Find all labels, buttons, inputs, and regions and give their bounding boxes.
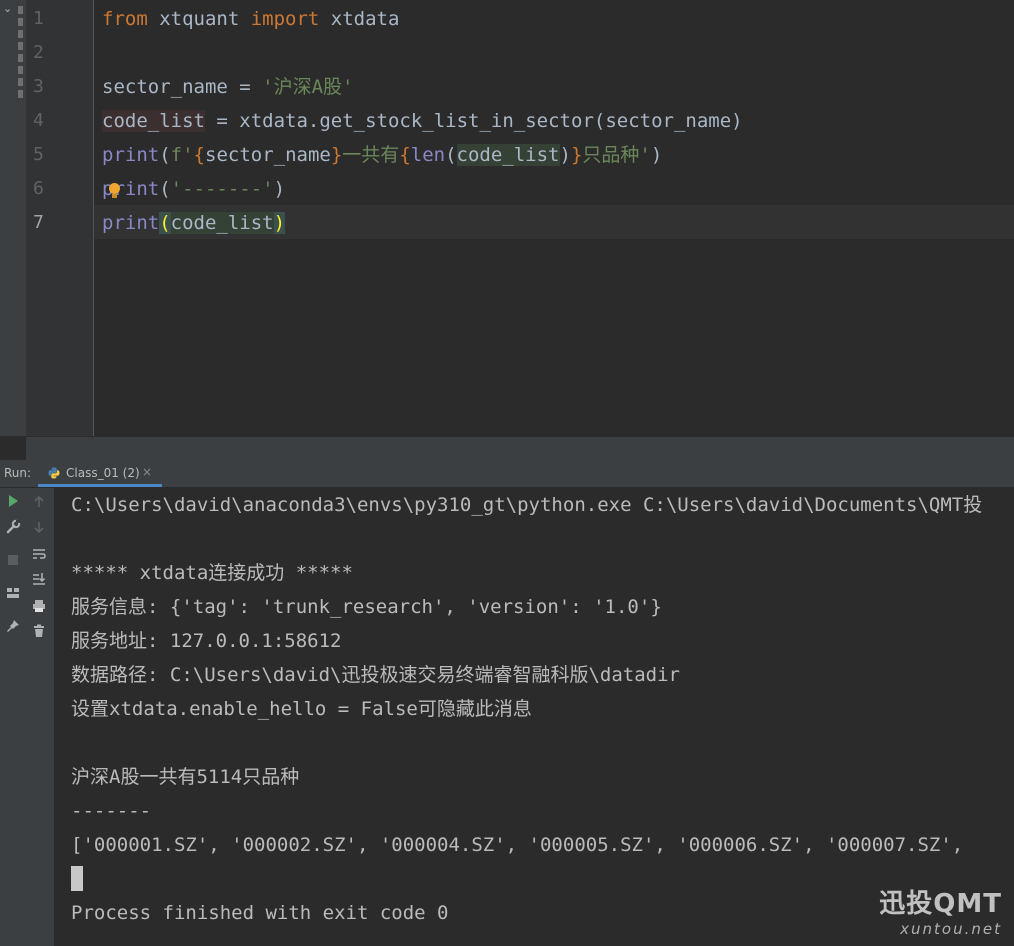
builtin-function: print: [102, 212, 160, 234]
fstring-brace: }: [330, 144, 343, 166]
fstring-text: 只品种': [582, 144, 651, 166]
console-output[interactable]: C:\Users\david\anaconda3\envs\py310_gt\p…: [55, 488, 1014, 946]
fstring-brace: {: [399, 144, 411, 166]
line-number: 6: [33, 178, 44, 199]
fstring-brace: {: [193, 144, 205, 166]
console-line: C:\Users\david\anaconda3\envs\py310_gt\p…: [71, 494, 983, 516]
chevron-down-icon[interactable]: ⌄: [3, 2, 12, 15]
editor-horizontal-scrollbar[interactable]: [26, 436, 1014, 461]
variable-reference: code_list: [170, 212, 274, 234]
watermark: 迅投QMT xuntou.net: [879, 883, 1002, 938]
wrench-icon[interactable]: [5, 519, 21, 535]
run-toolbar-secondary: [26, 488, 55, 946]
operator: =: [227, 76, 263, 98]
module-name: xtquant: [147, 8, 251, 30]
soft-wrap-icon[interactable]: [31, 546, 47, 562]
paren: (: [159, 144, 171, 166]
paren-matched: (: [159, 212, 171, 234]
input-caret[interactable]: [71, 866, 83, 891]
code-line-5[interactable]: print(f'{sector_name}一共有{len(code_list)}…: [102, 138, 662, 172]
keyword: import: [250, 8, 320, 30]
run-tab-label: Class_01 (2): [66, 466, 140, 480]
pin-icon[interactable]: [5, 618, 21, 634]
stop-icon[interactable]: [5, 552, 21, 568]
fstring-expr: sector_name: [205, 144, 331, 166]
line-number: 1: [33, 8, 44, 29]
console-line: 服务信息: {'tag': 'trunk_research', 'version…: [71, 596, 662, 618]
fstring-brace: }: [570, 144, 583, 166]
run-tool-window-header: Run: Class_01 (2) ×: [0, 460, 1014, 488]
print-icon[interactable]: [31, 598, 47, 614]
run-label: Run:: [4, 466, 32, 480]
string-literal: '-------': [170, 178, 274, 200]
watermark-domain: xuntou.net: [900, 920, 1002, 938]
console-line-exit: Process finished with exit code 0: [71, 902, 449, 924]
arrow-down-icon[interactable]: [31, 519, 47, 535]
paren: (: [445, 144, 457, 166]
line-number: 3: [33, 76, 44, 97]
builtin-function: print: [102, 144, 160, 166]
paren: (: [159, 178, 171, 200]
arrow-up-icon[interactable]: [31, 494, 47, 510]
variable: sector_name: [102, 76, 228, 98]
paren: ): [559, 144, 571, 166]
keyword: from: [102, 8, 148, 30]
console-line: 服务地址: 127.0.0.1:58612: [71, 630, 342, 652]
code-line-3[interactable]: sector_name = '沪深A股': [102, 70, 354, 104]
code-line-6[interactable]: print('-------'): [102, 172, 285, 206]
builtin-function: len: [410, 144, 446, 166]
watermark-brand: 迅投QMT: [879, 889, 1002, 919]
line-number-current: 7: [33, 212, 44, 233]
console-line: 沪深A股一共有5114只品种: [71, 766, 300, 788]
line-number: 2: [33, 42, 44, 63]
layout-icon[interactable]: [5, 585, 21, 601]
code-line-4[interactable]: code_list = xtdata.get_stock_list_in_sec…: [102, 104, 743, 138]
structure-strip: ⌄: [0, 0, 26, 436]
run-toolbar-primary: [0, 488, 26, 946]
tab-run-config[interactable]: Class_01 (2) ×: [38, 460, 162, 487]
scroll-to-end-icon[interactable]: [31, 571, 47, 587]
code-editor[interactable]: ⌄ 1 2 3 4 5 6 7 from xtquant import xtda…: [0, 0, 1014, 436]
console-line: -------: [71, 800, 152, 822]
code-line-1[interactable]: from xtquant import xtdata: [102, 2, 399, 36]
line-number: 4: [33, 110, 44, 131]
trash-icon[interactable]: [31, 623, 47, 639]
close-icon[interactable]: ×: [142, 465, 152, 479]
paren: ): [273, 178, 286, 200]
fstring-prefix: f': [170, 144, 194, 166]
paren: ): [650, 144, 663, 166]
fstring-text: 一共有: [342, 144, 400, 166]
code-line-7[interactable]: print(code_list): [102, 206, 286, 240]
python-icon: [48, 467, 60, 479]
paren-matched: ): [273, 212, 286, 234]
console-line: ***** xtdata连接成功 *****: [71, 562, 353, 584]
console-line: ['000001.SZ', '000002.SZ', '000004.SZ', …: [71, 834, 975, 856]
lightbulb-icon[interactable]: [109, 183, 120, 198]
variable-highlighted: code_list: [102, 110, 205, 132]
console-line: 数据路径: C:\Users\david\迅投极速交易终端睿智融科版\datad…: [71, 664, 680, 686]
console-line: 设置xtdata.enable_hello = False可隐藏此消息: [71, 698, 532, 720]
play-icon[interactable]: [5, 493, 21, 509]
line-number-gutter: 1 2 3 4 5 6 7: [26, 0, 94, 436]
structure-marker: [18, 6, 23, 102]
expression: = xtdata.get_stock_list_in_sector(sector…: [204, 110, 743, 132]
line-number: 5: [33, 144, 44, 165]
string-literal: '沪深A股': [262, 76, 354, 98]
import-name: xtdata: [319, 8, 400, 30]
variable-reference: code_list: [456, 144, 560, 166]
